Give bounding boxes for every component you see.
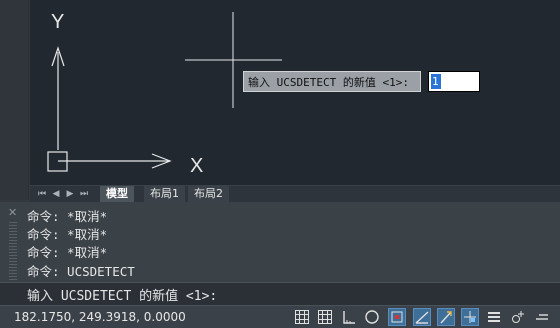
layout-tabs-bar: ⏮ ◀ ▶ ⏭ 模型 布局1 布局2 xyxy=(30,185,560,202)
command-history-line: 命令: *取消* xyxy=(27,227,108,242)
command-input-prompt: 输入 UCSDETECT 的新值 <1>: xyxy=(27,289,218,304)
isometric-drafting-icon[interactable] xyxy=(413,308,431,326)
dynamic-input-prompt: 输入 UCSDETECT 的新值 <1>: xyxy=(243,71,421,92)
lineweight-icon[interactable] xyxy=(486,309,502,325)
close-icon[interactable]: ✕ xyxy=(8,206,17,219)
dynamic-input-field[interactable]: 1 xyxy=(428,71,480,92)
prev-tab-icon[interactable]: ◀ xyxy=(50,188,62,200)
last-tab-icon[interactable]: ⏭ xyxy=(78,188,90,200)
dynamic-input-value: 1 xyxy=(431,74,441,89)
command-history-line: 命令: *取消* xyxy=(27,245,108,260)
status-bar: 182.1750, 249.3918, 0.0000 xyxy=(0,306,560,328)
command-grip-handle[interactable] xyxy=(9,222,17,282)
tab-model[interactable]: 模型 xyxy=(100,186,134,202)
tab-layout1[interactable]: 布局1 xyxy=(144,186,185,202)
object-snap-icon[interactable] xyxy=(461,308,479,326)
object-snap-tracking-icon[interactable] xyxy=(437,308,455,326)
command-history-line: 命令: UCSDETECT xyxy=(27,264,135,279)
selection-cycling-icon[interactable] xyxy=(534,309,550,325)
drawing-canvas[interactable]: Y X 输入 UCSDETECT 的新值 <1>: 1 xyxy=(30,0,560,185)
annotation-scale-icon[interactable] xyxy=(510,309,526,325)
command-history-line: 命令: *取消* xyxy=(27,209,108,224)
grid-display-icon[interactable] xyxy=(317,309,333,325)
coordinate-readout: 182.1750, 249.3918, 0.0000 xyxy=(14,310,186,324)
first-tab-icon[interactable]: ⏮ xyxy=(36,188,48,200)
tab-layout2[interactable]: 布局2 xyxy=(188,186,229,202)
polar-tracking-icon[interactable] xyxy=(388,308,406,326)
command-history: ✕ 命令: *取消* 命令: *取消* 命令: *取消* 命令: UCSDETE… xyxy=(0,202,560,282)
next-tab-icon[interactable]: ▶ xyxy=(64,188,76,200)
command-line-input[interactable]: 输入 UCSDETECT 的新值 <1>: xyxy=(0,282,560,306)
ortho-mode-icon[interactable] xyxy=(364,309,380,325)
snap-mode-icon[interactable] xyxy=(341,309,357,325)
left-panel-strip xyxy=(0,0,29,200)
model-grid-icon[interactable] xyxy=(294,309,310,325)
